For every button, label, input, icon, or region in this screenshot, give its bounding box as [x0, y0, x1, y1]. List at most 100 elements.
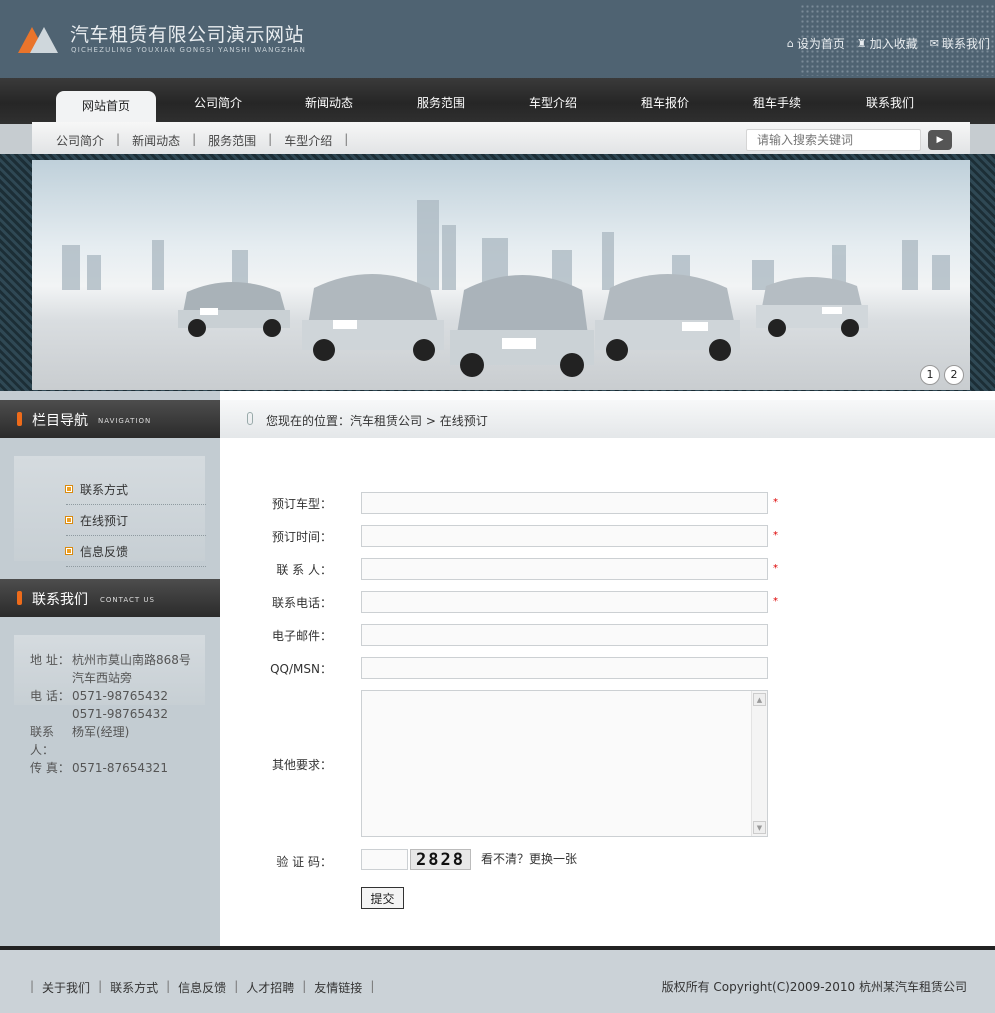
contact-person-input[interactable]: [361, 558, 768, 580]
search-input[interactable]: [746, 129, 921, 151]
scroll-up-icon[interactable]: ▲: [753, 693, 766, 706]
mail-icon: ✉: [929, 37, 939, 50]
captcha-label: 验 证 码：: [276, 855, 332, 869]
refresh-captcha-link[interactable]: 看不清？更换一张: [481, 850, 577, 867]
nav-section-subtitle: NAVIGATION: [98, 417, 152, 425]
site-title: 汽车租赁有限公司演示网站: [70, 24, 305, 46]
textarea-scrollbar[interactable]: ▲ ▼: [751, 691, 767, 836]
sidebar-item-online-booking[interactable]: 在线预订: [66, 505, 206, 536]
booking-time-label: 预订时间：: [271, 530, 332, 544]
footer-link-contact[interactable]: 联系方式: [110, 979, 158, 996]
copyright: 版权所有 Copyright(C)2009-2010 杭州某汽车租赁公司: [661, 980, 967, 994]
home-icon: ⌂: [786, 37, 794, 50]
nav-section-header: 栏目导航 NAVIGATION: [0, 400, 220, 438]
captcha-image[interactable]: 2828: [410, 849, 471, 870]
subnav-item-cars[interactable]: 车型介绍: [284, 132, 332, 149]
breadcrumb: 您现在的位置：汽车租赁公司 > 在线预订: [220, 400, 995, 438]
set-homepage-link[interactable]: ⌂ 设为首页: [787, 35, 845, 52]
email-input[interactable]: [361, 624, 768, 646]
banner-page-1[interactable]: 1: [920, 365, 940, 385]
location-icon: [247, 412, 253, 425]
booking-time-input[interactable]: [361, 525, 768, 547]
qq-msn-label: QQ/MSN：: [270, 662, 332, 676]
sidebar-item-feedback[interactable]: 信息反馈: [66, 536, 206, 567]
submit-button[interactable]: 提交: [361, 887, 404, 909]
nav-item-news[interactable]: 新闻动态: [305, 94, 353, 111]
subnav-item-news[interactable]: 新闻动态: [132, 132, 180, 149]
separator: |: [116, 132, 121, 146]
contact-us-link[interactable]: ✉ 联系我们: [930, 35, 990, 52]
address-line-2: 汽车西站旁: [72, 671, 133, 685]
person-label: 联系人：: [30, 725, 55, 757]
left-sidebar: 栏目导航 NAVIGATION 联系方式 在线预订 信息反馈 联系我们 CONT…: [0, 391, 220, 946]
email-label: 电子邮件：: [271, 629, 332, 643]
add-favorite-link[interactable]: ♜ 加入收藏: [857, 35, 918, 52]
nav-item-prices[interactable]: 租车报价: [641, 94, 689, 111]
bullet-icon: [66, 486, 72, 492]
car-type-input[interactable]: [361, 492, 768, 514]
sub-nav-bar: 公司简介 | 新闻动态 | 服务范围 | 车型介绍 | ▶: [0, 122, 995, 158]
nav-item-contact[interactable]: 联系我们: [866, 94, 914, 111]
phone-2: 0571-98765432: [72, 707, 168, 721]
car-type-label: 预订车型：: [271, 497, 332, 511]
phone-1: 0571-98765432: [72, 689, 168, 703]
contact-section-title: 联系我们: [32, 592, 88, 608]
separator: |: [268, 132, 273, 146]
other-requirements-textarea[interactable]: ▲ ▼: [361, 690, 768, 837]
footer-link-links[interactable]: 友情链接: [314, 979, 362, 996]
bullet-icon: [66, 548, 72, 554]
nav-item-cars[interactable]: 车型介绍: [529, 94, 577, 111]
footer-links: | 关于我们 | 联系方式 | 信息反馈 | 人才招聘 | 友情链接 |: [30, 979, 382, 996]
bullet-icon: [66, 517, 72, 523]
car-3: [450, 275, 594, 377]
separator: |: [370, 979, 375, 993]
nav-list: 联系方式 在线预订 信息反馈: [66, 474, 206, 567]
address-line-1: 杭州市莫山南路868号: [72, 653, 191, 667]
subnav-item-services[interactable]: 服务范围: [208, 132, 256, 149]
set-homepage-label: 设为首页: [796, 37, 845, 51]
breadcrumb-home[interactable]: 汽车租赁公司: [350, 414, 422, 428]
logo-icon-secondary: [30, 27, 58, 53]
orange-bar-icon: [17, 591, 22, 605]
banner-illustration: [62, 200, 950, 377]
nav-item-about[interactable]: 公司简介: [194, 94, 242, 111]
contact-person-label: 联 系 人：: [276, 563, 332, 577]
orange-bar-icon: [17, 412, 22, 426]
subnav-item-about[interactable]: 公司简介: [56, 132, 104, 149]
footer-link-about[interactable]: 关于我们: [42, 979, 90, 996]
nav-item-home[interactable]: 网站首页: [56, 91, 156, 124]
site-footer: | 关于我们 | 联系方式 | 信息反馈 | 人才招聘 | 友情链接 | 版权所…: [0, 946, 995, 1013]
top-links: ⌂ 设为首页 ♜ 加入收藏 ✉ 联系我们: [787, 35, 990, 52]
nav-item-procedures[interactable]: 租车手续: [753, 94, 801, 111]
nav-item-services[interactable]: 服务范围: [417, 94, 465, 111]
site-header: 汽车租赁有限公司演示网站 QICHEZULING YOUXIAN GONGSI …: [0, 0, 995, 78]
footer-link-jobs[interactable]: 人才招聘: [246, 979, 294, 996]
search-button[interactable]: ▶: [928, 130, 952, 150]
phone-label: 电 话：: [30, 689, 70, 703]
scroll-down-icon[interactable]: ▼: [753, 821, 766, 834]
breadcrumb-prefix: 您现在的位置：: [266, 414, 351, 428]
car-banner: 1 2: [32, 160, 970, 390]
nav-section-title: 栏目导航: [32, 413, 88, 429]
booking-form: 预订车型： * 预订时间： * 联 系 人： * 联系电话： * 电子邮件： Q…: [220, 438, 995, 946]
address-label: 地 址：: [30, 653, 70, 667]
nav-panel: 联系方式 在线预订 信息反馈: [14, 456, 206, 567]
footer-link-feedback[interactable]: 信息反馈: [178, 979, 226, 996]
sub-nav-links: 公司简介 | 新闻动态 | 服务范围 | 车型介绍 |: [56, 132, 360, 149]
qq-msn-input[interactable]: [361, 657, 768, 679]
banner-page-2[interactable]: 2: [944, 365, 964, 385]
separator: |: [166, 979, 171, 993]
separator: |: [98, 979, 103, 993]
separator: |: [234, 979, 239, 993]
phone-input[interactable]: [361, 591, 768, 613]
car-5: [756, 277, 868, 337]
breadcrumb-text: 您现在的位置：汽车租赁公司 > 在线预订: [266, 412, 488, 429]
contact-us-label: 联系我们: [941, 37, 990, 51]
car-1: [178, 282, 290, 337]
contact-section-header: 联系我们 CONTACT US: [0, 579, 220, 617]
sub-nav-panel: 公司简介 | 新闻动态 | 服务范围 | 车型介绍 | ▶: [32, 122, 970, 158]
sidebar-item-contact-info[interactable]: 联系方式: [66, 474, 206, 505]
captcha-input[interactable]: [361, 849, 408, 870]
breadcrumb-current: 在线预订: [439, 414, 488, 428]
contact-info: 地 址： 杭州市莫山南路868号 汽车西站旁 电 话： 0571-98765432 …: [30, 651, 191, 777]
